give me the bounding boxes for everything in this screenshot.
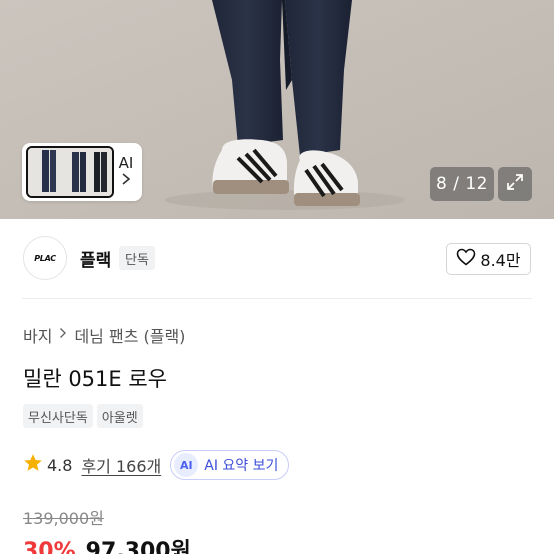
tag-exclusive: 무신사단독 — [23, 404, 93, 428]
original-price: 139,000원 — [23, 509, 104, 528]
product-tags: 무신사단독 아울렛 — [23, 404, 143, 428]
breadcrumb: 바지 데님 팬츠 (플랙) — [23, 323, 185, 347]
ai-icon: AI — [174, 453, 199, 477]
sale-price: 97,300원 — [85, 539, 191, 554]
heart-outline-icon — [456, 248, 476, 270]
rating-row: 4.8 후기 166개 AI AI 요약 보기 — [23, 450, 290, 480]
expand-arrows-icon — [505, 172, 525, 196]
exclusive-badge: 단독 — [119, 246, 155, 270]
ai-thumbnail-label: AI — [118, 154, 134, 172]
ai-summary-button[interactable]: AI AI 요약 보기 — [170, 450, 290, 480]
brand-logo[interactable]: PLAC — [23, 236, 67, 280]
chevron-right-icon — [59, 327, 67, 343]
rating-score: 4.8 — [47, 455, 73, 475]
price-row: 30% 97,300원 — [23, 533, 191, 554]
like-count: 8.4만 — [480, 251, 521, 270]
brand-row: PLAC 플랙 단독 8.4만 — [0, 219, 554, 298]
breadcrumb-subcategory[interactable]: 데님 팬츠 (플랙) — [74, 323, 185, 347]
thumbnail-strip: AI — [22, 143, 142, 201]
thumbnail-selected[interactable] — [26, 146, 114, 198]
breadcrumb-category[interactable]: 바지 — [23, 323, 52, 347]
tag-outlet: 아울렛 — [96, 404, 143, 428]
brand-name[interactable]: 플랙 — [80, 246, 111, 271]
ai-summary-label: AI 요약 보기 — [204, 458, 279, 474]
star-icon — [23, 453, 43, 477]
image-counter: 8 / 12 — [430, 167, 494, 201]
brand-logo-text: PLAC — [34, 253, 56, 263]
like-button[interactable]: 8.4만 — [446, 243, 531, 275]
reviews-link[interactable]: 후기 166개 — [81, 453, 161, 477]
product-image-gallery[interactable]: AI 8 / 12 — [0, 0, 554, 219]
ai-thumbnail-button[interactable]: AI — [114, 146, 138, 198]
chevron-right-icon — [121, 172, 131, 190]
product-title: 밀란 051E 로우 — [23, 367, 167, 391]
thumbnail-image — [28, 148, 112, 196]
discount-rate: 30% — [23, 539, 76, 554]
divider — [22, 298, 532, 299]
expand-button[interactable] — [498, 167, 532, 201]
